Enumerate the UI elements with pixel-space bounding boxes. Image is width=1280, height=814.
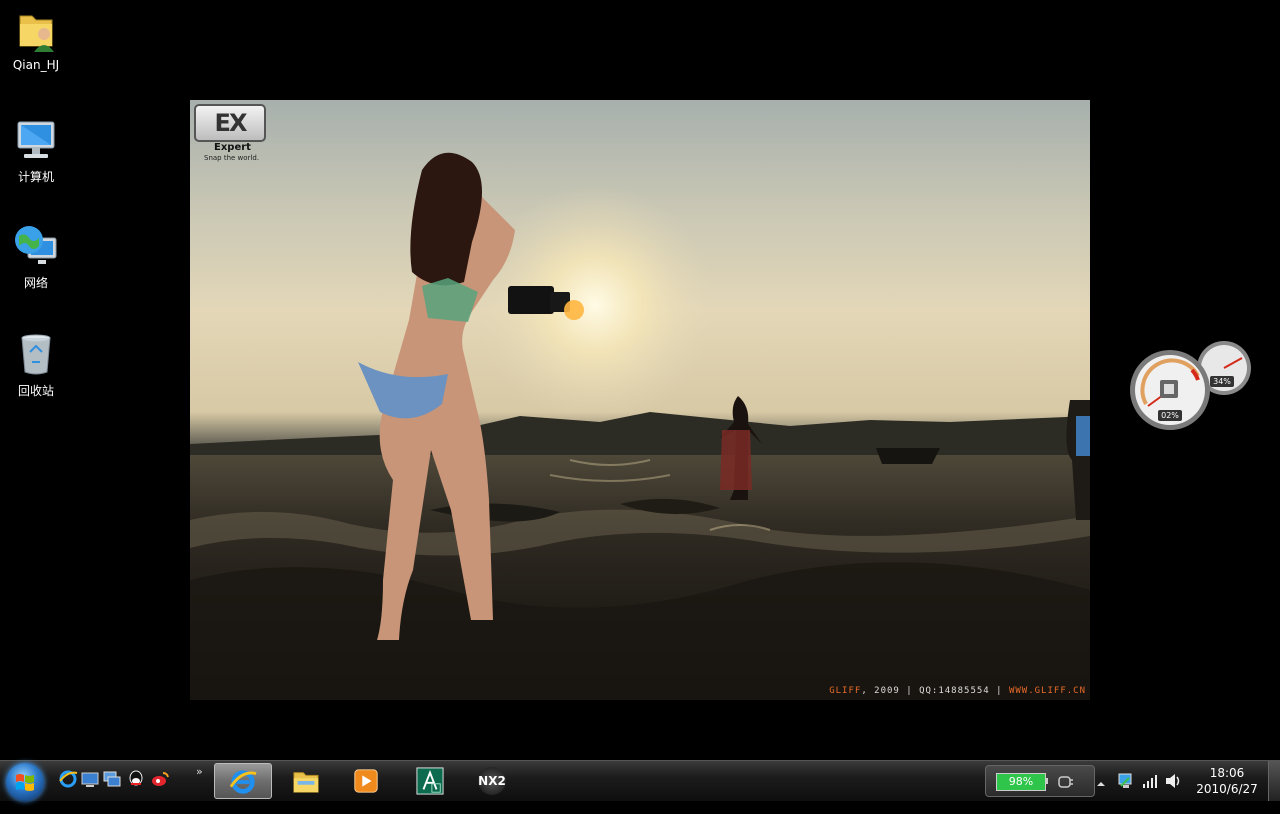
memory-usage-value: 34% [1213, 377, 1231, 386]
desktop-icon-label: 回收站 [17, 384, 54, 398]
desktop-icon-user-folder[interactable]: Qian_HJ [4, 6, 68, 72]
credit-brand: GLIFF [829, 686, 862, 696]
cpu-meter-gadget[interactable]: 02% 34% [1130, 340, 1260, 435]
autocad-icon [416, 767, 444, 795]
ie-icon[interactable] [58, 769, 78, 789]
computer-icon [12, 116, 60, 164]
start-button[interactable] [6, 763, 44, 801]
signal-bars-icon [1143, 775, 1157, 788]
desktop-icon-label: Qian_HJ [12, 58, 60, 72]
taskbar: » NX2 98% 18:06 2010/6/27 [0, 760, 1280, 801]
qq-icon[interactable] [126, 769, 146, 789]
taskbar-app-nx2[interactable]: NX2 [464, 763, 520, 799]
taskbar-app-autocad[interactable] [402, 763, 458, 799]
taskbar-app-internet-explorer[interactable] [214, 763, 272, 799]
desktop-wallpaper: EX Expert Snap the world. GLIFF, 2009 | … [190, 100, 1090, 700]
desktop-icon-label: 网络 [23, 276, 48, 290]
wallpaper-scene [190, 152, 1090, 700]
battery-terminal [1045, 778, 1048, 784]
windows-logo-icon [16, 774, 34, 791]
desktop-icon-recycle-bin[interactable]: 回收站 [4, 330, 68, 399]
tray-network-status[interactable] [1117, 772, 1135, 812]
desktop-icon-computer[interactable]: 计算机 [4, 116, 68, 185]
power-plug-icon [1058, 776, 1073, 788]
battery-level: 98% [996, 773, 1046, 791]
tray-overflow-arrow[interactable] [1096, 774, 1106, 814]
system-clock[interactable]: 18:06 2010/6/27 [1190, 765, 1264, 797]
tray-volume[interactable] [1164, 773, 1182, 813]
taskbar-app-media-player[interactable] [338, 763, 394, 799]
file-explorer-icon [293, 772, 319, 793]
show-desktop-icon[interactable] [80, 769, 100, 789]
nx2-icon: NX2 [478, 767, 506, 795]
switch-windows-icon[interactable] [102, 769, 122, 789]
cpu-usage-value: 02% [1161, 411, 1179, 420]
chevron-up-icon [1097, 782, 1105, 786]
taskbar-app-file-explorer[interactable] [278, 763, 334, 799]
show-desktop-button[interactable] [1268, 761, 1280, 801]
credit-site: WWW.GLIFF.CN [1008, 686, 1086, 696]
network-icon [12, 222, 60, 270]
media-player-icon [354, 769, 378, 793]
speaker-icon [1166, 774, 1180, 788]
weibo-icon[interactable] [150, 769, 170, 789]
desktop-icon-network[interactable]: 网络 [4, 222, 68, 291]
clock-date: 2010/6/27 [1196, 782, 1258, 796]
credit-year: , 2009 [861, 686, 900, 696]
user-folder-icon [12, 6, 60, 54]
tray-signal[interactable] [1142, 773, 1158, 813]
gauge-dials [1130, 341, 1251, 430]
desktop-icon-label: 计算机 [17, 170, 54, 184]
ex-logo-tagline: Snap the world. [204, 154, 260, 162]
recycle-bin-icon [12, 330, 60, 378]
nx2-label: NX2 [478, 774, 506, 788]
battery-indicator[interactable]: 98% [985, 765, 1095, 797]
internet-explorer-icon [229, 770, 257, 794]
credit-qq: QQ:14885554 [919, 686, 990, 696]
quick-launch-overflow[interactable]: » [196, 765, 203, 778]
ex-logo-title: Expert [214, 142, 251, 153]
ex-logo: EX [194, 104, 266, 142]
credit-separator: | [899, 686, 920, 696]
credit-separator: | [989, 686, 1009, 696]
network-status-icon [1118, 773, 1132, 788]
photo-credit: GLIFF, 2009 | QQ:14885554 | WWW.GLIFF.CN [829, 686, 1086, 696]
clock-time: 18:06 [1209, 766, 1245, 780]
